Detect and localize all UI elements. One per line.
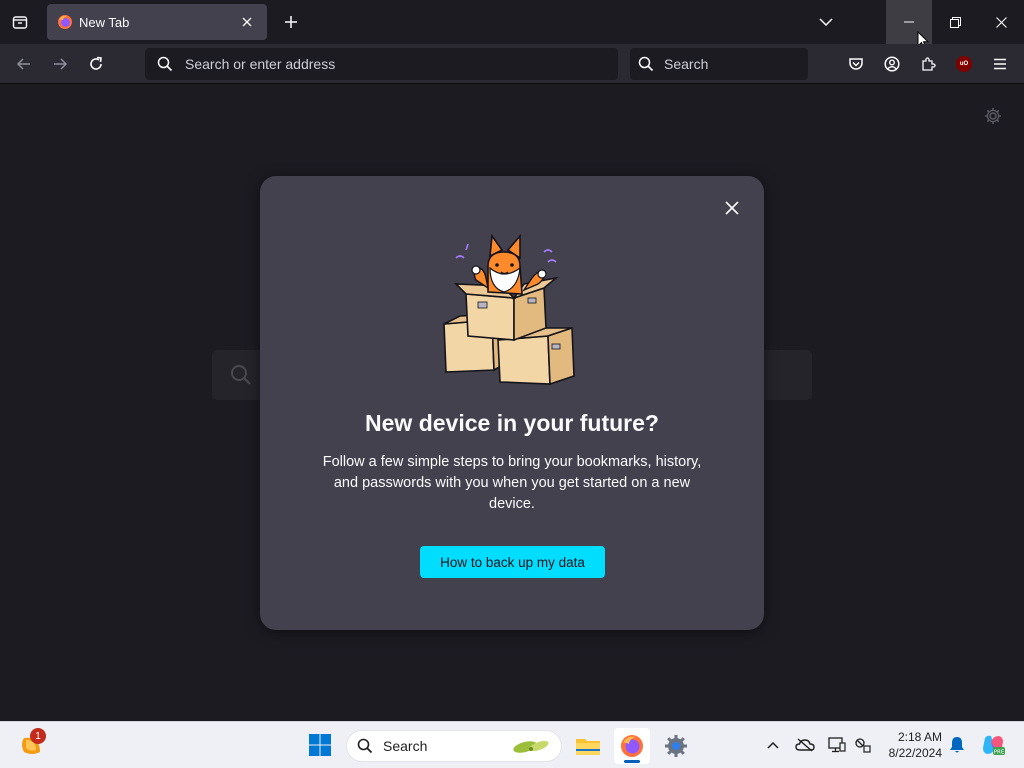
close-icon: [242, 17, 252, 27]
start-button[interactable]: [306, 731, 334, 759]
tab-new-tab[interactable]: New Tab: [47, 4, 267, 40]
firefox-icon: [621, 735, 643, 757]
application-menu-button[interactable]: [986, 50, 1014, 78]
account-button[interactable]: [878, 50, 906, 78]
new-tab-button[interactable]: [277, 8, 305, 36]
dialog-body-text: Follow a few simple steps to bring your …: [322, 454, 702, 512]
close-icon: [725, 201, 739, 215]
dialog-close-button[interactable]: [720, 196, 744, 220]
reload-button[interactable]: [82, 50, 110, 78]
address-bar[interactable]: Search or enter address: [145, 48, 618, 80]
notifications-button[interactable]: [946, 734, 968, 756]
minimize-icon: [904, 21, 914, 23]
new-device-dialog: New device in your future? Follow a few …: [260, 176, 764, 630]
extensions-button[interactable]: [914, 50, 942, 78]
extensions-icon: [922, 57, 936, 71]
taskbar-search-box[interactable]: Search: [346, 730, 562, 762]
close-icon: [995, 16, 1007, 28]
account-icon: [884, 56, 900, 72]
firefox-favicon: [58, 15, 72, 29]
reload-icon: [90, 56, 102, 70]
search-icon: [357, 738, 373, 754]
list-all-tabs-button[interactable]: [812, 8, 840, 36]
search-bar[interactable]: Search: [630, 48, 808, 80]
search-icon: [231, 365, 251, 385]
pocket-button[interactable]: [842, 50, 870, 78]
notification-bell-icon: [950, 737, 964, 753]
tab-list-button[interactable]: [6, 8, 34, 36]
search-highlight-image: [513, 740, 549, 753]
address-bar-placeholder: Search or enter address: [185, 56, 336, 72]
ublock-origin-button[interactable]: uO: [950, 50, 978, 78]
navigation-toolbar: Search or enter address Search uO: [0, 44, 1024, 84]
plus-icon: [285, 16, 297, 28]
network-icon: [855, 738, 871, 753]
hamburger-menu-icon: [994, 58, 1006, 70]
back-arrow-icon: [16, 58, 30, 70]
fox-in-boxes-illustration: [443, 233, 575, 386]
clock-date: 8/22/2024: [888, 746, 942, 760]
chevron-up-icon: [767, 741, 779, 749]
gear-icon: [985, 108, 1001, 124]
customize-new-tab-button[interactable]: [982, 105, 1004, 127]
taskbar-file-explorer[interactable]: [570, 728, 606, 764]
ublock-icon: uO: [956, 56, 972, 72]
chevron-down-icon: [819, 18, 833, 27]
back-button[interactable]: [10, 50, 38, 78]
search-icon: [638, 56, 654, 72]
active-app-indicator: [624, 760, 640, 763]
tab-title: New Tab: [79, 14, 130, 30]
tab-list-icon: [12, 16, 28, 29]
taskbar-firefox[interactable]: [614, 728, 650, 764]
restore-button[interactable]: [932, 0, 978, 44]
windows-taskbar: 1 Search 2:18 AM 8/22/2024 PRE: [0, 721, 1024, 768]
display-tray-button[interactable]: [826, 734, 848, 756]
taskbar-settings[interactable]: [658, 728, 694, 764]
taskbar-search-placeholder: Search: [383, 738, 428, 754]
copilot-icon: PRE: [983, 735, 1005, 756]
back-up-data-button[interactable]: How to back up my data: [420, 546, 605, 578]
taskbar-clock[interactable]: 2:18 AM 8/22/2024: [878, 729, 942, 761]
weather-notification-badge: 1: [30, 728, 46, 744]
tab-close-button[interactable]: [237, 12, 257, 32]
settings-icon: [665, 735, 687, 757]
restore-icon: [949, 16, 961, 28]
dialog-title: New device in your future?: [365, 410, 659, 436]
forward-arrow-icon: [54, 58, 68, 70]
tab-strip: New Tab: [0, 0, 1024, 50]
clock-time: 2:18 AM: [897, 730, 942, 744]
search-icon: [157, 56, 173, 72]
copilot-button[interactable]: PRE: [980, 734, 1006, 756]
forward-button[interactable]: [46, 50, 74, 78]
pocket-icon: [849, 58, 863, 70]
svg-text:PRE: PRE: [994, 750, 1005, 756]
search-bar-placeholder: Search: [664, 56, 709, 72]
close-window-button[interactable]: [978, 0, 1024, 44]
show-hidden-icons-button[interactable]: [762, 734, 784, 756]
onedrive-icon: [795, 738, 815, 752]
file-explorer-icon: [576, 739, 600, 755]
onedrive-tray-button[interactable]: [794, 734, 816, 756]
network-tray-button[interactable]: [852, 734, 874, 756]
display-icon: [828, 737, 846, 753]
windows-start-icon: [309, 734, 331, 756]
